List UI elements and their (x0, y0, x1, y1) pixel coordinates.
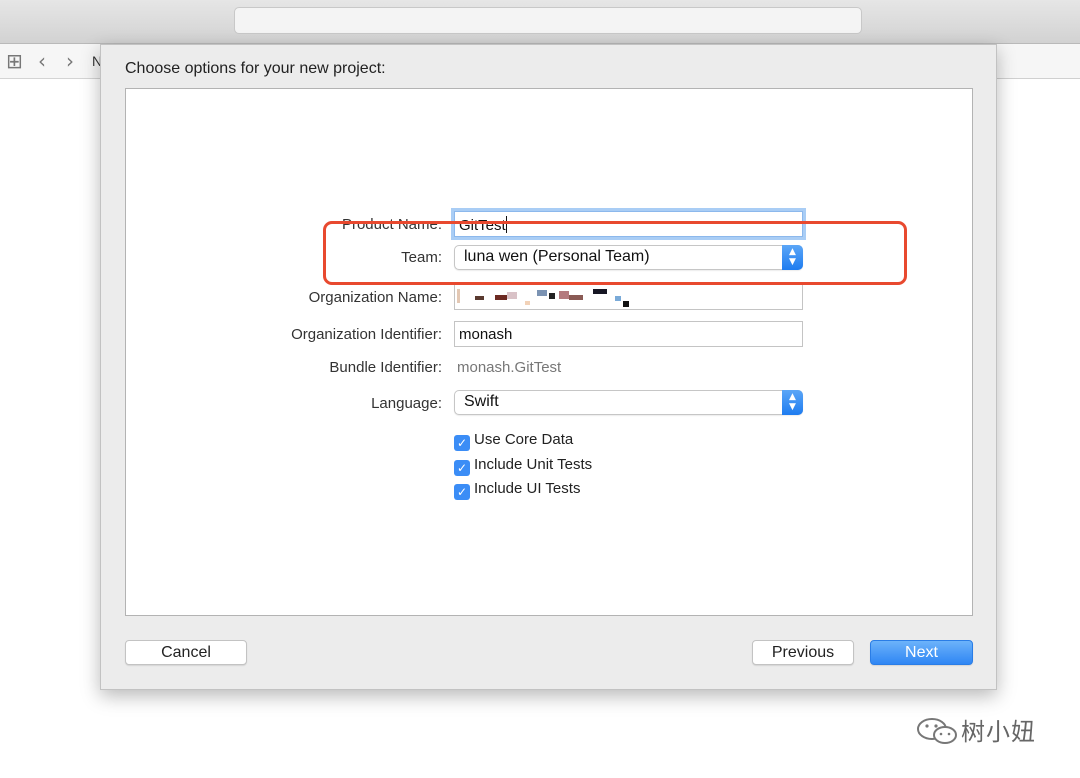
watermark-text: 树小妞 (961, 718, 1036, 746)
include-ui-tests-checkbox[interactable]: ✓ Include UI Tests (454, 480, 581, 500)
previous-button[interactable]: Previous (752, 640, 854, 665)
organization-name-field[interactable] (454, 284, 803, 310)
activity-viewer (234, 7, 862, 34)
sheet-title: Choose options for your new project: (125, 60, 386, 77)
team-label: Team: (401, 249, 442, 266)
cancel-button[interactable]: Cancel (125, 640, 247, 665)
product-name-value: GitTest (459, 217, 506, 234)
next-button[interactable]: Next (870, 640, 973, 665)
wechat-logo-icon (915, 716, 961, 746)
organization-name-label: Organization Name: (308, 289, 442, 306)
popup-stepper-icon: ▲ ▼ (782, 245, 803, 270)
divider (997, 78, 1080, 79)
checkmark-icon: ✓ (454, 460, 470, 476)
organization-identifier-value: monash (459, 326, 513, 343)
team-value: luna wen (Personal Team) (464, 248, 650, 265)
language-value: Swift (464, 393, 499, 410)
checkbox-label: Use Core Data (474, 431, 574, 448)
language-label: Language: (371, 395, 442, 412)
bundle-identifier-value: monash.GitTest (457, 359, 562, 376)
organization-identifier-field[interactable]: monash (454, 321, 803, 347)
checkbox-label: Include UI Tests (474, 480, 581, 497)
checkmark-icon: ✓ (454, 435, 470, 451)
options-panel: Product Name: GitTest Team: luna wen (Pe… (125, 88, 973, 616)
bundle-identifier-label: Bundle Identifier: (329, 359, 442, 376)
team-popup[interactable]: luna wen (Personal Team) ▲ ▼ (454, 245, 803, 270)
product-name-label: Product Name: (341, 216, 442, 233)
text-caret (505, 216, 507, 233)
window-titlebar (0, 0, 1080, 44)
organization-identifier-label: Organization Identifier: (291, 326, 442, 343)
forward-chevron-icon[interactable]: › (66, 50, 74, 72)
new-project-sheet: Choose options for your new project: Pro… (100, 44, 997, 690)
popup-stepper-icon: ▲ ▼ (782, 390, 803, 415)
include-unit-tests-checkbox[interactable]: ✓ Include Unit Tests (454, 456, 593, 476)
product-name-field[interactable]: GitTest (454, 211, 803, 237)
grid-icon[interactable]: ⊞ (6, 50, 23, 72)
use-core-data-checkbox[interactable]: ✓ Use Core Data (454, 431, 574, 451)
watermark: 树小妞 (915, 712, 1036, 747)
back-chevron-icon[interactable]: ‹ (38, 50, 46, 72)
checkbox-label: Include Unit Tests (474, 456, 593, 473)
checkmark-icon: ✓ (454, 484, 470, 500)
language-popup[interactable]: Swift ▲ ▼ (454, 390, 803, 415)
